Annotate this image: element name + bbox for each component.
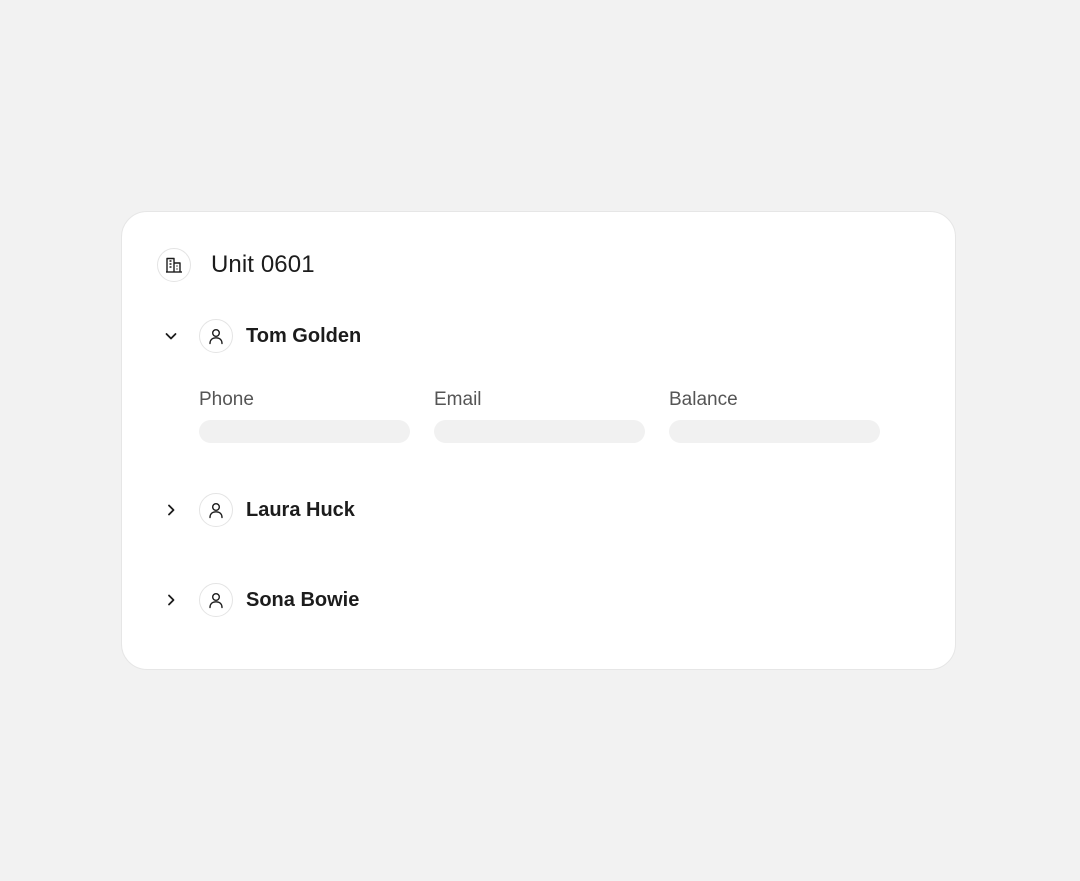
phone-skeleton [199, 420, 410, 443]
balance-skeleton [669, 420, 880, 443]
unit-header: Unit 0601 [157, 247, 315, 283]
person-name: Laura Huck [246, 498, 355, 521]
balance-field: Balance [669, 388, 880, 443]
unit-title: Unit 0601 [211, 251, 315, 278]
chevron-down-icon[interactable] [157, 322, 185, 350]
email-field: Email [434, 388, 645, 443]
building-icon [157, 248, 191, 282]
person-icon [199, 319, 233, 353]
person-details-tom-golden: Phone Email Balance [199, 388, 881, 443]
person-row-tom-golden[interactable]: Tom Golden [157, 318, 361, 354]
email-label: Email [434, 389, 482, 410]
person-icon [199, 493, 233, 527]
person-row-laura-huck[interactable]: Laura Huck [157, 492, 355, 528]
email-skeleton [434, 420, 645, 443]
phone-field: Phone [199, 388, 410, 443]
chevron-right-icon[interactable] [157, 496, 185, 524]
person-row-sona-bowie[interactable]: Sona Bowie [157, 582, 359, 618]
unit-card: Unit 0601 Tom Golden Phone Email Balance [121, 211, 956, 670]
phone-label: Phone [199, 389, 254, 410]
person-name: Sona Bowie [246, 588, 360, 611]
balance-label: Balance [669, 389, 738, 410]
chevron-right-icon[interactable] [157, 586, 185, 614]
person-icon [199, 583, 233, 617]
person-name: Tom Golden [246, 324, 362, 347]
